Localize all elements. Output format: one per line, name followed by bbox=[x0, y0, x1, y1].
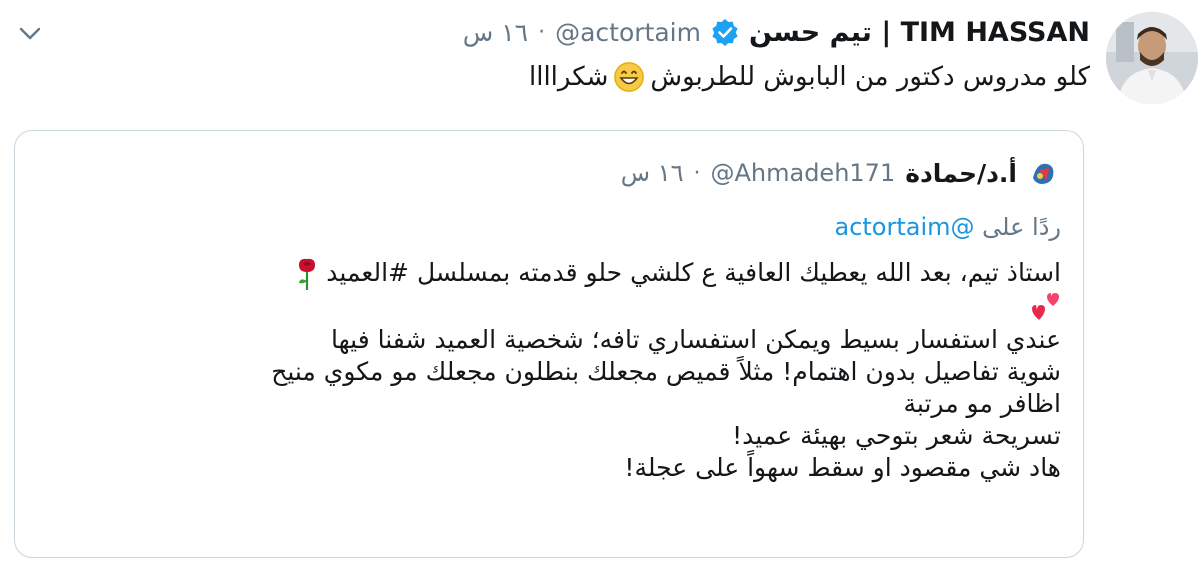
tweet-text-suffix: شكراااا bbox=[529, 62, 609, 92]
verified-badge-icon bbox=[711, 18, 739, 46]
avatar[interactable] bbox=[1106, 12, 1198, 104]
quoted-line-6: هاد شي مقصود او سقط سهواً على عجلة! bbox=[624, 453, 1061, 482]
quoted-tweet-header: أ.د/حمادة @Ahmadeh171 · ١٦ س bbox=[621, 155, 1061, 191]
grinning-face-icon bbox=[614, 62, 645, 92]
tweet-header: تيم حسن | TIM HASSAN @actortaim · ١٦ س bbox=[463, 12, 1090, 52]
replying-to: ردًا على @actortaim bbox=[834, 213, 1061, 241]
quoted-tweet[interactable]: أ.د/حمادة @Ahmadeh171 · ١٦ س ردًا على @a… bbox=[14, 130, 1084, 558]
quoted-separator: · bbox=[693, 160, 701, 186]
quoted-display-name[interactable]: أ.د/حمادة bbox=[905, 159, 1017, 188]
handle[interactable]: @actortaim bbox=[555, 18, 701, 47]
tweet: تيم حسن | TIM HASSAN @actortaim · ١٦ س ك… bbox=[0, 0, 1200, 580]
quoted-line-1-text: استاذ تيم، بعد الله يعطيك العافية ع كلشي… bbox=[416, 258, 1061, 287]
timestamp[interactable]: ١٦ س bbox=[463, 18, 528, 47]
hearts-line bbox=[41, 291, 1061, 324]
quoted-timestamp[interactable]: ١٦ س bbox=[621, 159, 684, 187]
quoted-line-2: عندي استفسار بسيط ويمكن استفساري تافه؛ ش… bbox=[331, 325, 1061, 354]
quoted-line-1: استاذ تيم، بعد الله يعطيك العافية ع كلشي… bbox=[41, 257, 1061, 291]
reply-mention[interactable]: @actortaim bbox=[834, 213, 974, 241]
rose-icon bbox=[296, 257, 318, 291]
display-name[interactable]: تيم حسن | TIM HASSAN bbox=[749, 17, 1090, 48]
quoted-line-3: شوية تفاصيل بدون اهتمام! مثلاً قميص مجعل… bbox=[271, 357, 1061, 386]
quoted-handle[interactable]: @Ahmadeh171 bbox=[710, 159, 895, 187]
two-hearts-icon bbox=[1031, 292, 1061, 324]
quoted-avatar[interactable] bbox=[1027, 156, 1061, 190]
quoted-tweet-text: استاذ تيم، بعد الله يعطيك العافية ع كلشي… bbox=[41, 257, 1061, 484]
tweet-text-main: كلو مدروس دكتور من البابوش للطربوش bbox=[650, 62, 1090, 92]
tweet-text: كلو مدروس دكتور من البابوش للطربوش شكراا… bbox=[529, 62, 1090, 92]
quoted-line-4: اظافر مو مرتبة bbox=[903, 389, 1062, 418]
reply-prefix: ردًا على bbox=[982, 213, 1061, 241]
hashtag-link[interactable]: #العميد bbox=[326, 258, 409, 287]
separator: · bbox=[538, 19, 546, 45]
chevron-down-icon[interactable] bbox=[16, 20, 44, 48]
quoted-line-5: تسريحة شعر بتوحي بهيئة عميد! bbox=[732, 421, 1061, 450]
